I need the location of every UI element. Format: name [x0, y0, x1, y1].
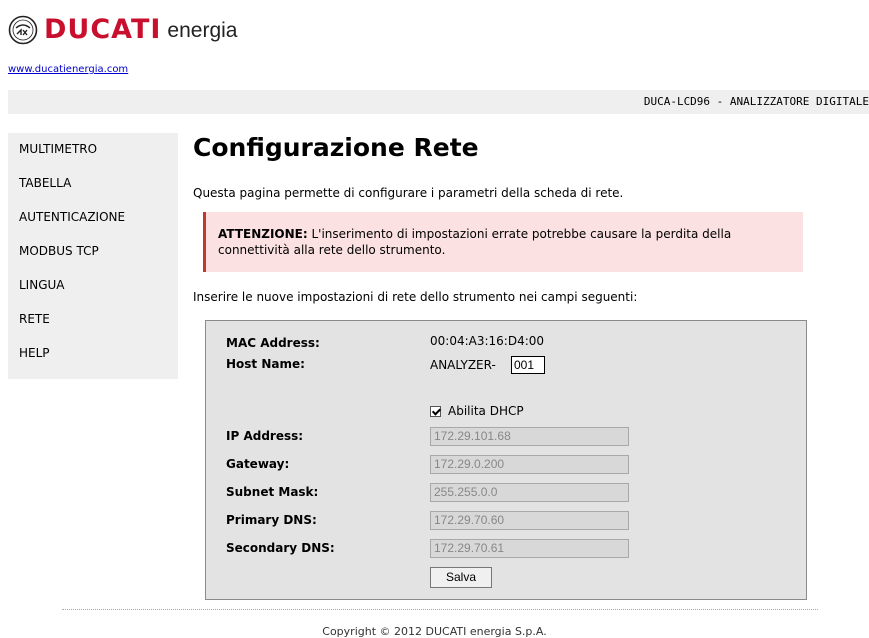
- subnet-mask-field[interactable]: 255.255.0.0: [430, 483, 629, 502]
- sidebar-item-multimetro[interactable]: MULTIMETRO: [8, 133, 178, 166]
- intro-text: Questa pagina permette di configurare i …: [193, 186, 624, 200]
- primary-dns-field[interactable]: 172.29.70.60: [430, 511, 629, 530]
- brand-suffix: energia: [167, 19, 238, 42]
- ducati-emblem-icon: [8, 15, 38, 45]
- instructions-text: Inserire le nuove impostazioni di rete d…: [193, 290, 638, 304]
- footer-divider: [62, 609, 818, 610]
- warning-label: ATTENZIONE:: [218, 227, 308, 241]
- brand-name: DUCATI: [44, 14, 162, 45]
- host-name-prefix: ANALYZER-: [430, 358, 496, 372]
- dhcp-toggle[interactable]: Abilita DHCP: [430, 404, 524, 418]
- sidebar-nav: MULTIMETRO TABELLA AUTENTICAZIONE MODBUS…: [8, 133, 178, 379]
- ducati-energia-logo: DUCATI energia: [8, 14, 237, 46]
- ip-address-field[interactable]: 172.29.101.68: [430, 427, 629, 446]
- dhcp-checkbox[interactable]: [430, 405, 441, 417]
- sidebar-item-modbus-tcp[interactable]: MODBUS TCP: [8, 234, 178, 268]
- gateway-label: Gateway:: [226, 457, 290, 471]
- dhcp-label: Abilita DHCP: [448, 404, 524, 418]
- gateway-field[interactable]: 172.29.0.200: [430, 455, 629, 474]
- save-button[interactable]: Salva: [430, 567, 492, 588]
- sidebar-item-help[interactable]: HELP: [8, 336, 178, 370]
- network-settings-form: MAC Address: 00:04:A3:16:D4:00 Host Name…: [205, 320, 807, 600]
- website-link[interactable]: www.ducatienergia.com: [8, 64, 128, 75]
- ip-address-label: IP Address:: [226, 429, 304, 443]
- mac-address-value: 00:04:A3:16:D4:00: [430, 334, 545, 348]
- sidebar-item-autenticazione[interactable]: AUTENTICAZIONE: [8, 200, 178, 234]
- top-bar: DUCA-LCD96 - ANALIZZATORE DIGITALE: [8, 90, 869, 114]
- page-title: Configurazione Rete: [193, 133, 479, 162]
- secondary-dns-field[interactable]: 172.29.70.61: [430, 539, 629, 558]
- sidebar-item-lingua[interactable]: LINGUA: [8, 268, 178, 302]
- mac-address-label: MAC Address:: [226, 336, 320, 350]
- sidebar-item-tabella[interactable]: TABELLA: [8, 166, 178, 200]
- host-name-input[interactable]: 001: [511, 356, 545, 374]
- primary-dns-label: Primary DNS:: [226, 513, 317, 527]
- subnet-mask-label: Subnet Mask:: [226, 485, 319, 499]
- warning-box: ATTENZIONE: L'inserimento di impostazion…: [203, 212, 803, 272]
- sidebar-item-rete[interactable]: RETE: [8, 302, 178, 336]
- copyright-text: Copyright © 2012 DUCATI energia S.p.A.: [322, 625, 547, 638]
- secondary-dns-label: Secondary DNS:: [226, 541, 335, 555]
- device-title: DUCA-LCD96 - ANALIZZATORE DIGITALE: [643, 95, 869, 108]
- host-name-label: Host Name:: [226, 357, 305, 371]
